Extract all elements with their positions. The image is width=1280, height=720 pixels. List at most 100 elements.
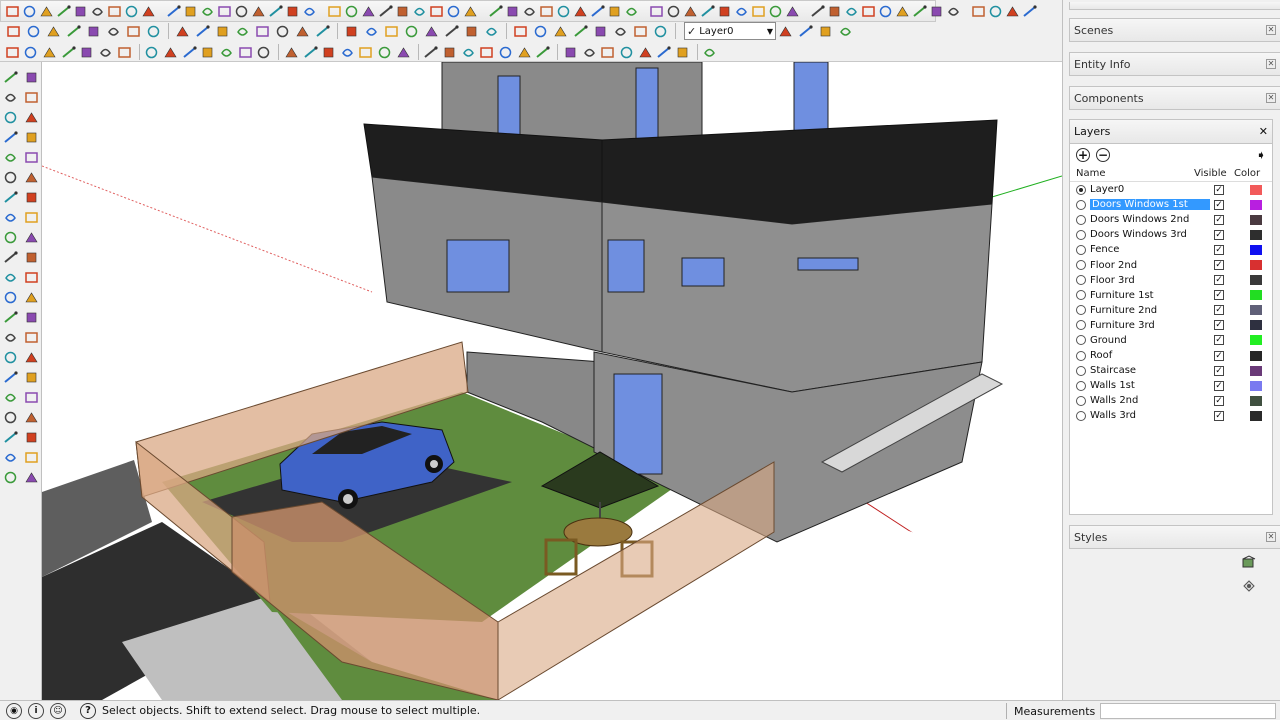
- prism-icon[interactable]: [116, 43, 133, 61]
- match-photo-icon[interactable]: [193, 22, 211, 40]
- layer-row[interactable]: Fence ✓: [1070, 242, 1272, 257]
- undo-icon[interactable]: [107, 2, 122, 20]
- section-display-icon[interactable]: [912, 2, 927, 20]
- pushpull-icon[interactable]: [361, 2, 376, 20]
- polygon-icon[interactable]: [302, 2, 317, 20]
- position-camera-icon[interactable]: [1, 368, 20, 387]
- layer-manager-icon[interactable]: [816, 22, 834, 40]
- group-icon[interactable]: [442, 22, 460, 40]
- zoom-extents-icon[interactable]: [1, 328, 20, 347]
- layer-name[interactable]: Doors Windows 2nd: [1090, 214, 1210, 225]
- contour-icon[interactable]: [1, 388, 20, 407]
- iso-view-icon[interactable]: [683, 2, 698, 20]
- layer-name[interactable]: Fence: [1090, 244, 1210, 255]
- dimension-icon[interactable]: [463, 2, 478, 20]
- zoom-icon[interactable]: [1, 308, 20, 327]
- visible-checkbox[interactable]: ✓: [1214, 335, 1224, 346]
- close-icon[interactable]: ✕: [1266, 532, 1276, 542]
- section-icon[interactable]: [144, 22, 162, 40]
- share-icon[interactable]: [22, 448, 41, 467]
- layer-name[interactable]: Furniture 2nd: [1090, 305, 1210, 316]
- toggle-terrain-icon[interactable]: [651, 22, 669, 40]
- layer-name[interactable]: Furniture 1st: [1090, 290, 1210, 301]
- zoom-extents-icon[interactable]: [624, 2, 639, 20]
- top-view-icon[interactable]: [700, 2, 715, 20]
- add-detail-icon[interactable]: [104, 22, 122, 40]
- sweep-icon[interactable]: [199, 43, 216, 61]
- user-icon[interactable]: ☺: [50, 702, 66, 719]
- move-icon[interactable]: [344, 2, 359, 20]
- layer-row[interactable]: Walls 3rd ✓: [1070, 408, 1272, 423]
- position-camera-icon[interactable]: [253, 22, 271, 40]
- layer-name[interactable]: Furniture 3rd: [1090, 320, 1210, 331]
- column-visible[interactable]: Visible: [1194, 168, 1234, 179]
- model-viewport[interactable]: [42, 62, 1062, 700]
- text-icon[interactable]: [505, 2, 520, 20]
- layer-row[interactable]: Floor 3rd ✓: [1070, 273, 1272, 288]
- followme-icon[interactable]: [1, 188, 20, 207]
- shadows-icon[interactable]: [946, 2, 961, 20]
- label-icon[interactable]: [531, 22, 549, 40]
- 3dtext-icon[interactable]: [539, 2, 554, 20]
- photo-texture-icon[interactable]: [611, 22, 629, 40]
- close-icon[interactable]: ✕: [1259, 125, 1268, 138]
- orbit-icon[interactable]: [556, 2, 571, 20]
- ruby-icon[interactable]: [796, 22, 814, 40]
- section-plane-icon[interactable]: [895, 2, 910, 20]
- axes-icon[interactable]: [22, 248, 41, 267]
- visible-checkbox[interactable]: ✓: [1214, 290, 1224, 301]
- followme-icon[interactable]: [395, 2, 410, 20]
- circle-icon[interactable]: [22, 108, 41, 127]
- column-name[interactable]: Name: [1076, 168, 1194, 179]
- layer-name[interactable]: Layer0: [1090, 184, 1210, 195]
- look-around-icon[interactable]: [22, 348, 41, 367]
- paint-icon[interactable]: [200, 2, 215, 20]
- redo-icon[interactable]: [124, 2, 139, 20]
- paste-icon[interactable]: [73, 2, 88, 20]
- active-layer-radio[interactable]: [1076, 395, 1086, 406]
- solid-icon[interactable]: [1, 468, 20, 487]
- add-layer-icon[interactable]: +: [1076, 148, 1090, 162]
- layer-name[interactable]: Roof: [1090, 350, 1210, 361]
- joint-push-pull-icon[interactable]: [218, 43, 235, 61]
- layer-color-swatch[interactable]: [1250, 365, 1262, 376]
- monochrome-icon[interactable]: [878, 2, 893, 20]
- components-panel-header[interactable]: Components ✕: [1069, 86, 1280, 110]
- layer-color-swatch[interactable]: [1250, 350, 1262, 361]
- pan-icon[interactable]: [573, 2, 588, 20]
- layer-row[interactable]: Doors Windows 1st ✓: [1070, 197, 1272, 213]
- animation-icon[interactable]: [655, 43, 672, 61]
- intersect-icon[interactable]: [273, 22, 291, 40]
- layer-name[interactable]: Doors Windows 3rd: [1090, 229, 1210, 240]
- layer-name[interactable]: Staircase: [1090, 365, 1210, 376]
- layer-color-swatch[interactable]: [1250, 410, 1262, 421]
- loft-icon[interactable]: [181, 43, 198, 61]
- layer-color-swatch[interactable]: [1250, 320, 1262, 331]
- front-view-icon[interactable]: [717, 2, 732, 20]
- fog-icon[interactable]: [971, 2, 986, 20]
- section-cut-icon[interactable]: [929, 2, 944, 20]
- point-icon[interactable]: [23, 43, 40, 61]
- active-layer-radio[interactable]: [1076, 320, 1086, 331]
- share-component-icon[interactable]: [1022, 2, 1037, 20]
- visible-checkbox[interactable]: ✓: [1214, 229, 1224, 240]
- sandbox-icon[interactable]: [22, 368, 41, 387]
- soften-icon[interactable]: [441, 43, 458, 61]
- tape-icon[interactable]: [22, 208, 41, 227]
- layer-color-swatch[interactable]: [1250, 214, 1262, 225]
- previous-icon[interactable]: [649, 2, 664, 20]
- hidden-line-icon[interactable]: [827, 2, 842, 20]
- layer-color-swatch[interactable]: [1250, 199, 1262, 210]
- layer-color-swatch[interactable]: [1250, 305, 1262, 316]
- zoom-window-icon[interactable]: [22, 308, 41, 327]
- layer-name[interactable]: Walls 3rd: [1090, 410, 1210, 421]
- arc-icon[interactable]: [22, 128, 41, 147]
- active-layer-radio[interactable]: [1076, 229, 1086, 240]
- arc-icon[interactable]: [285, 2, 300, 20]
- sphere-icon[interactable]: [41, 43, 58, 61]
- 3dtext-icon[interactable]: [1, 268, 20, 287]
- layer-row[interactable]: Walls 2nd ✓: [1070, 393, 1272, 408]
- random-color-icon[interactable]: [497, 43, 514, 61]
- line-icon[interactable]: [22, 68, 41, 87]
- layer-row[interactable]: Layer0 ✓: [1070, 182, 1272, 197]
